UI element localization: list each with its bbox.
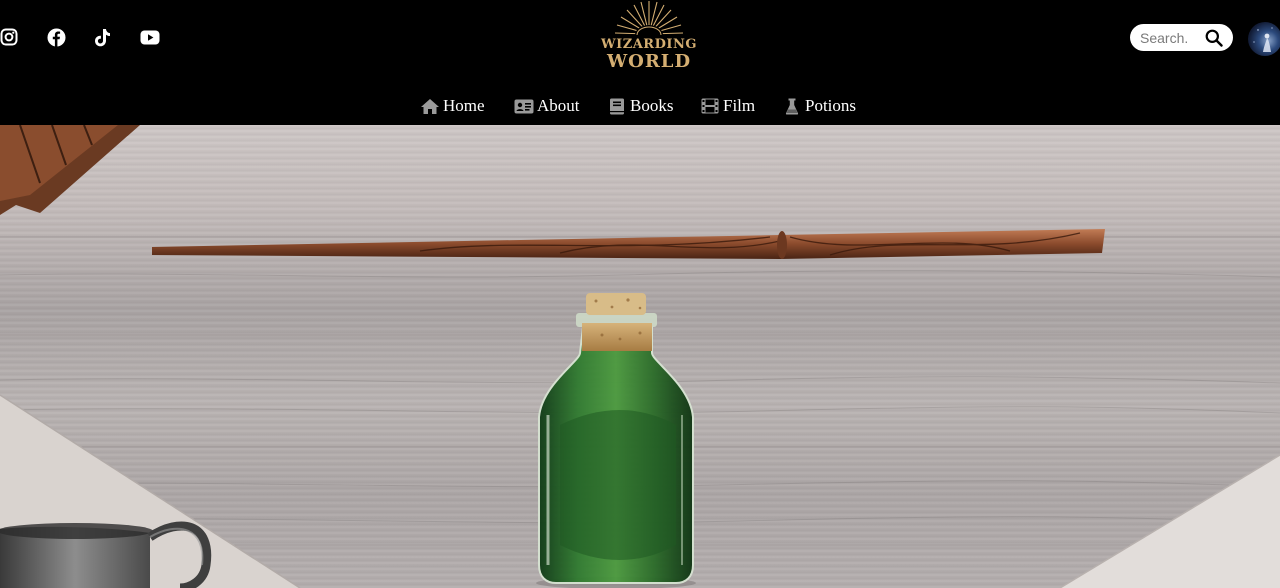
nav-item-potions[interactable]: Potions xyxy=(782,93,856,119)
nav-item-label: Potions xyxy=(805,96,857,115)
nav-item-label: About xyxy=(537,96,580,115)
tiktok-icon xyxy=(94,28,110,46)
logo-line-2: WORLD xyxy=(606,51,692,72)
tiktok-link[interactable] xyxy=(91,26,113,48)
search-icon xyxy=(1205,29,1223,47)
user-avatar[interactable] xyxy=(1248,22,1280,56)
instagram-link[interactable] xyxy=(0,26,20,48)
search-button[interactable] xyxy=(1205,29,1223,47)
site-header: WIZARDING WORLD Home xyxy=(0,0,1280,125)
youtube-icon xyxy=(140,30,160,44)
avatar-image xyxy=(1253,27,1273,52)
nav-item-label: Home xyxy=(443,96,485,115)
nav-item-label: Books xyxy=(630,96,674,115)
facebook-icon xyxy=(47,28,65,46)
hero-banner xyxy=(0,125,1280,588)
search-form xyxy=(1130,24,1233,51)
home-icon xyxy=(420,97,440,115)
film-icon xyxy=(700,97,720,115)
wizarding-world-logo[interactable]: WIZARDING WORLD xyxy=(597,0,701,76)
id-card-icon xyxy=(514,97,534,115)
search-input[interactable] xyxy=(1140,29,1206,46)
sunburst-logo-icon xyxy=(614,1,684,36)
nav-item-label: Film xyxy=(723,96,756,115)
logo-line-1: WIZARDING xyxy=(601,37,697,52)
nav-item-film[interactable]: Film xyxy=(700,93,755,119)
instagram-icon xyxy=(0,28,18,46)
main-nav: Home About Books Film Potions xyxy=(0,93,1280,119)
youtube-link[interactable] xyxy=(139,26,161,48)
flask-icon xyxy=(782,97,802,115)
facebook-link[interactable] xyxy=(45,26,67,48)
nav-item-home[interactable]: Home xyxy=(420,93,485,119)
hero-image xyxy=(0,125,1280,588)
nav-item-books[interactable]: Books xyxy=(607,93,673,119)
book-icon xyxy=(607,97,627,115)
nav-item-about[interactable]: About xyxy=(514,93,580,119)
